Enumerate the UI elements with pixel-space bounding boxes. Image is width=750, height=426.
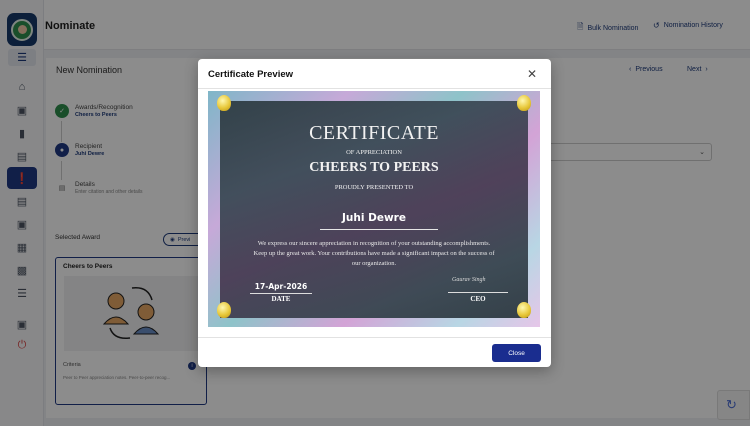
name-underline <box>320 229 438 230</box>
certificate-date: 17-Apr-2026 <box>254 282 308 291</box>
divider <box>198 88 551 89</box>
ceo-label: CEO <box>470 295 486 303</box>
recipient-name: Juhi Dewre <box>342 212 406 224</box>
close-icon[interactable]: ✕ <box>527 67 537 81</box>
modal-title: Certificate Preview <box>208 69 294 80</box>
signature: Gaurav Singh <box>452 277 486 283</box>
divider <box>198 337 551 338</box>
close-button[interactable]: Close <box>492 344 541 362</box>
date-underline <box>250 293 312 294</box>
signature-underline <box>448 292 508 293</box>
pin-icon <box>517 302 531 318</box>
certificate-award-name: CHEERS TO PEERS <box>309 160 439 175</box>
certificate: CERTIFICATE OF APPRECIATION CHEERS TO PE… <box>208 91 540 327</box>
presented-to-label: PROUDLY PRESENTED TO <box>334 184 414 191</box>
pin-icon <box>217 95 231 111</box>
certificate-heading: CERTIFICATE <box>309 122 439 144</box>
certificate-preview-modal: Certificate Preview ✕ CERTIFICATE OF APP… <box>198 59 551 367</box>
certificate-subheading: OF APPRECIATION <box>346 149 402 156</box>
pin-icon <box>217 302 231 318</box>
pin-icon <box>517 95 531 111</box>
certificate-body: We express our sincere appreciation in r… <box>253 240 495 267</box>
date-label: DATE <box>271 295 291 303</box>
